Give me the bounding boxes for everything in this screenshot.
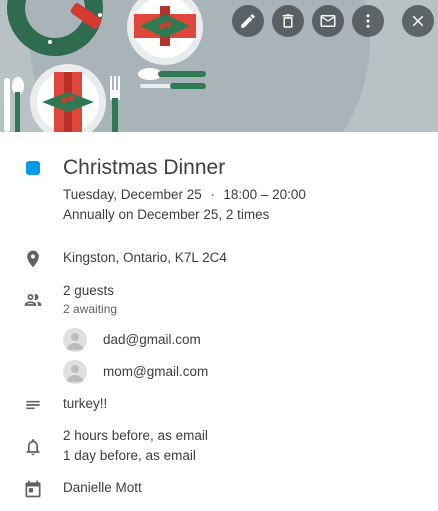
event-datetime: Tuesday, December 25 · 18:00 – 20:00: [63, 185, 306, 205]
avatar: [63, 360, 87, 384]
notes-icon: [22, 394, 44, 416]
event-date: Tuesday, December 25: [63, 187, 202, 202]
guest-email: dad@gmail.com: [103, 332, 201, 347]
delete-event-button[interactable]: [272, 5, 304, 37]
avatar: [63, 328, 87, 352]
calendar-icon: [22, 478, 44, 500]
pencil-icon: [241, 14, 255, 28]
event-header-image: [0, 0, 438, 132]
notification-item: 2 hours before, as email: [63, 428, 208, 443]
email-guests-button[interactable]: [312, 5, 344, 37]
guest-email: mom@gmail.com: [103, 364, 209, 379]
guest-count: 2 guests: [63, 283, 115, 298]
guest-status: 2 awaiting: [63, 302, 118, 316]
event-title: Christmas Dinner: [63, 156, 226, 179]
notification-item: 1 day before, as email: [63, 448, 196, 463]
close-button[interactable]: [402, 5, 434, 37]
datetime-separator: ·: [210, 187, 215, 202]
more-vert-icon: [366, 14, 370, 28]
event-time: 18:00 – 20:00: [223, 187, 306, 202]
more-options-button[interactable]: [352, 5, 384, 37]
close-icon: [412, 15, 424, 27]
envelope-icon: [320, 15, 336, 27]
calendar-owner: Danielle Mott: [63, 480, 142, 495]
people-icon: [22, 289, 44, 311]
trash-icon: [282, 14, 294, 28]
bell-icon: [22, 436, 44, 458]
event-recurrence: Annually on December 25, 2 times: [63, 207, 270, 222]
location-pin-icon: [22, 248, 44, 270]
edit-event-button[interactable]: [232, 5, 264, 37]
event-location[interactable]: Kingston, Ontario, K7L 2C4: [63, 248, 227, 268]
event-description: turkey!!: [63, 396, 108, 411]
event-color-indicator: [26, 161, 40, 175]
